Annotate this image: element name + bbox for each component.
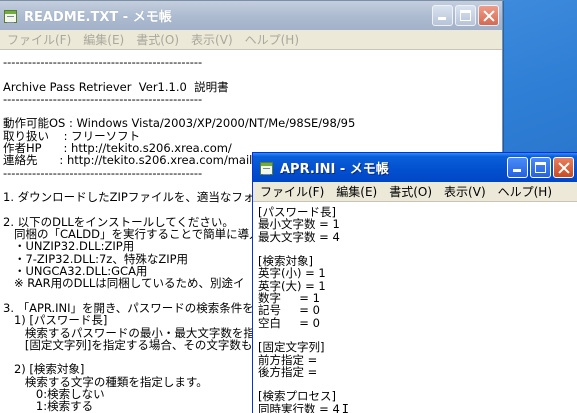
maximize-icon — [531, 158, 550, 177]
text-line: 後方指定 = — [258, 366, 577, 378]
text-line-content: 1. ダウンロードしたZIPファイルを、適当なフォルダ — [3, 190, 278, 205]
menu-format[interactable]: 書式(O) — [130, 31, 185, 48]
notepad-icon — [3, 8, 19, 24]
notepad-icon — [259, 160, 275, 176]
menu-file[interactable]: ファイル(F) — [0, 31, 77, 48]
menu-format[interactable]: 書式(O) — [383, 183, 438, 200]
maximize-button[interactable] — [455, 5, 476, 26]
minimize-button[interactable] — [432, 5, 453, 26]
close-button[interactable] — [553, 157, 574, 178]
close-button[interactable] — [478, 5, 499, 26]
readme-menubar: ファイル(F) 編集(E) 書式(O) 表示(V) ヘルプ(H) — [0, 30, 502, 50]
text-line: ----------------------------------------… — [3, 93, 502, 105]
text-line-content: 空白 = 0 — [258, 315, 320, 330]
text-line-content: 1:検索する — [3, 399, 94, 413]
menu-help[interactable]: ヘルプ(H) — [492, 183, 558, 200]
text-line: 空白 = 0 — [258, 317, 577, 329]
menu-help[interactable]: ヘルプ(H) — [239, 31, 305, 48]
apr-ini-menubar: ファイル(F) 編集(E) 書式(O) 表示(V) ヘルプ(H) — [253, 182, 577, 202]
menu-file[interactable]: ファイル(F) — [253, 183, 330, 200]
apr-ini-title: APR.INI - メモ帳 — [280, 162, 389, 177]
menu-edit[interactable]: 編集(E) — [330, 183, 383, 200]
menu-view[interactable]: 表示(V) — [438, 183, 492, 200]
maximize-icon — [456, 6, 475, 25]
close-icon — [554, 158, 573, 177]
text-line-content: ----------------------------------------… — [3, 91, 203, 106]
readme-title: README.TXT - メモ帳 — [24, 10, 172, 25]
menu-edit[interactable]: 編集(E) — [77, 31, 130, 48]
close-icon — [479, 6, 498, 25]
apr-ini-window[interactable]: APR.INI - メモ帳 ファイル(F) 編集(E) 書式(O) 表示(V) … — [252, 152, 577, 413]
text-line: ----------------------------------------… — [3, 56, 502, 68]
maximize-button[interactable] — [530, 157, 551, 178]
text-line-content: ----------------------------------------… — [3, 165, 203, 180]
text-line: 同時実行数 = 4I — [258, 401, 577, 413]
minimize-icon — [433, 6, 452, 25]
text-line-content: [固定文字列]を指定する場合、その文字数も — [3, 337, 253, 352]
ibeam-cursor-icon: I — [341, 401, 349, 413]
minimize-icon — [508, 158, 527, 177]
text-line-content: ----------------------------------------… — [3, 55, 203, 69]
apr-ini-text-area[interactable]: [パスワード長] 最小文字数 = 1 最大文字数 = 4 [検索対象] 英字(小) = … — [253, 203, 577, 413]
apr-ini-titlebar[interactable]: APR.INI - メモ帳 — [253, 153, 577, 182]
text-line: 最大文字数 = 4 — [258, 229, 577, 244]
text-line-content: 最大文字数 = 4 — [258, 229, 340, 244]
text-line-content: 同時実行数 = 4 — [258, 401, 340, 413]
menu-view[interactable]: 表示(V) — [185, 31, 239, 48]
text-line-content: 後方指定 = — [258, 364, 318, 379]
text-line-content: ※ RAR用のDLLは同梱しているため、別途イ — [3, 276, 245, 291]
readme-titlebar[interactable]: README.TXT - メモ帳 — [0, 1, 502, 30]
minimize-button[interactable] — [507, 157, 528, 178]
